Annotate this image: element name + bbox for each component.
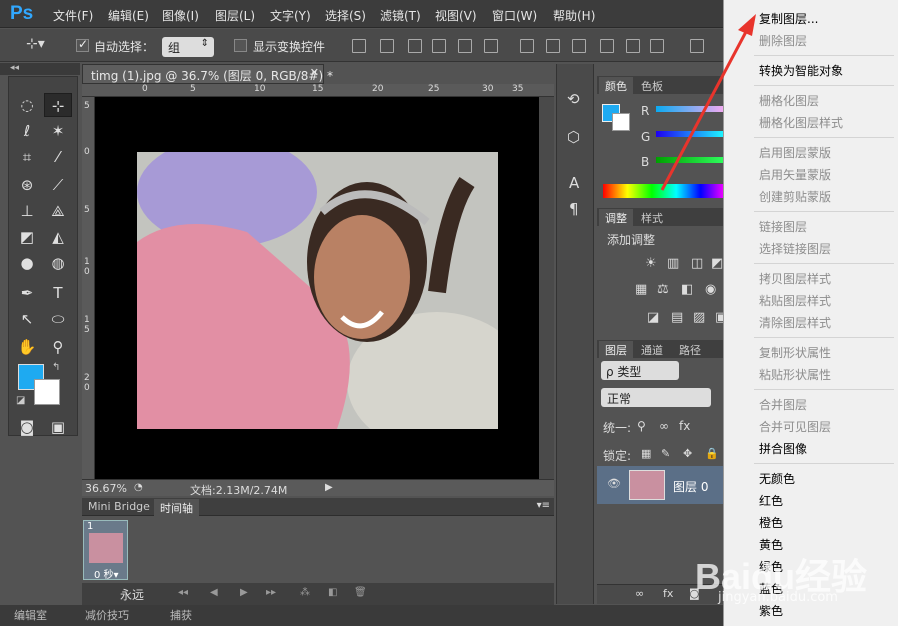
annotation-arrow-icon	[660, 14, 756, 191]
watermark-url: jingyan.baidu.com	[718, 590, 838, 605]
